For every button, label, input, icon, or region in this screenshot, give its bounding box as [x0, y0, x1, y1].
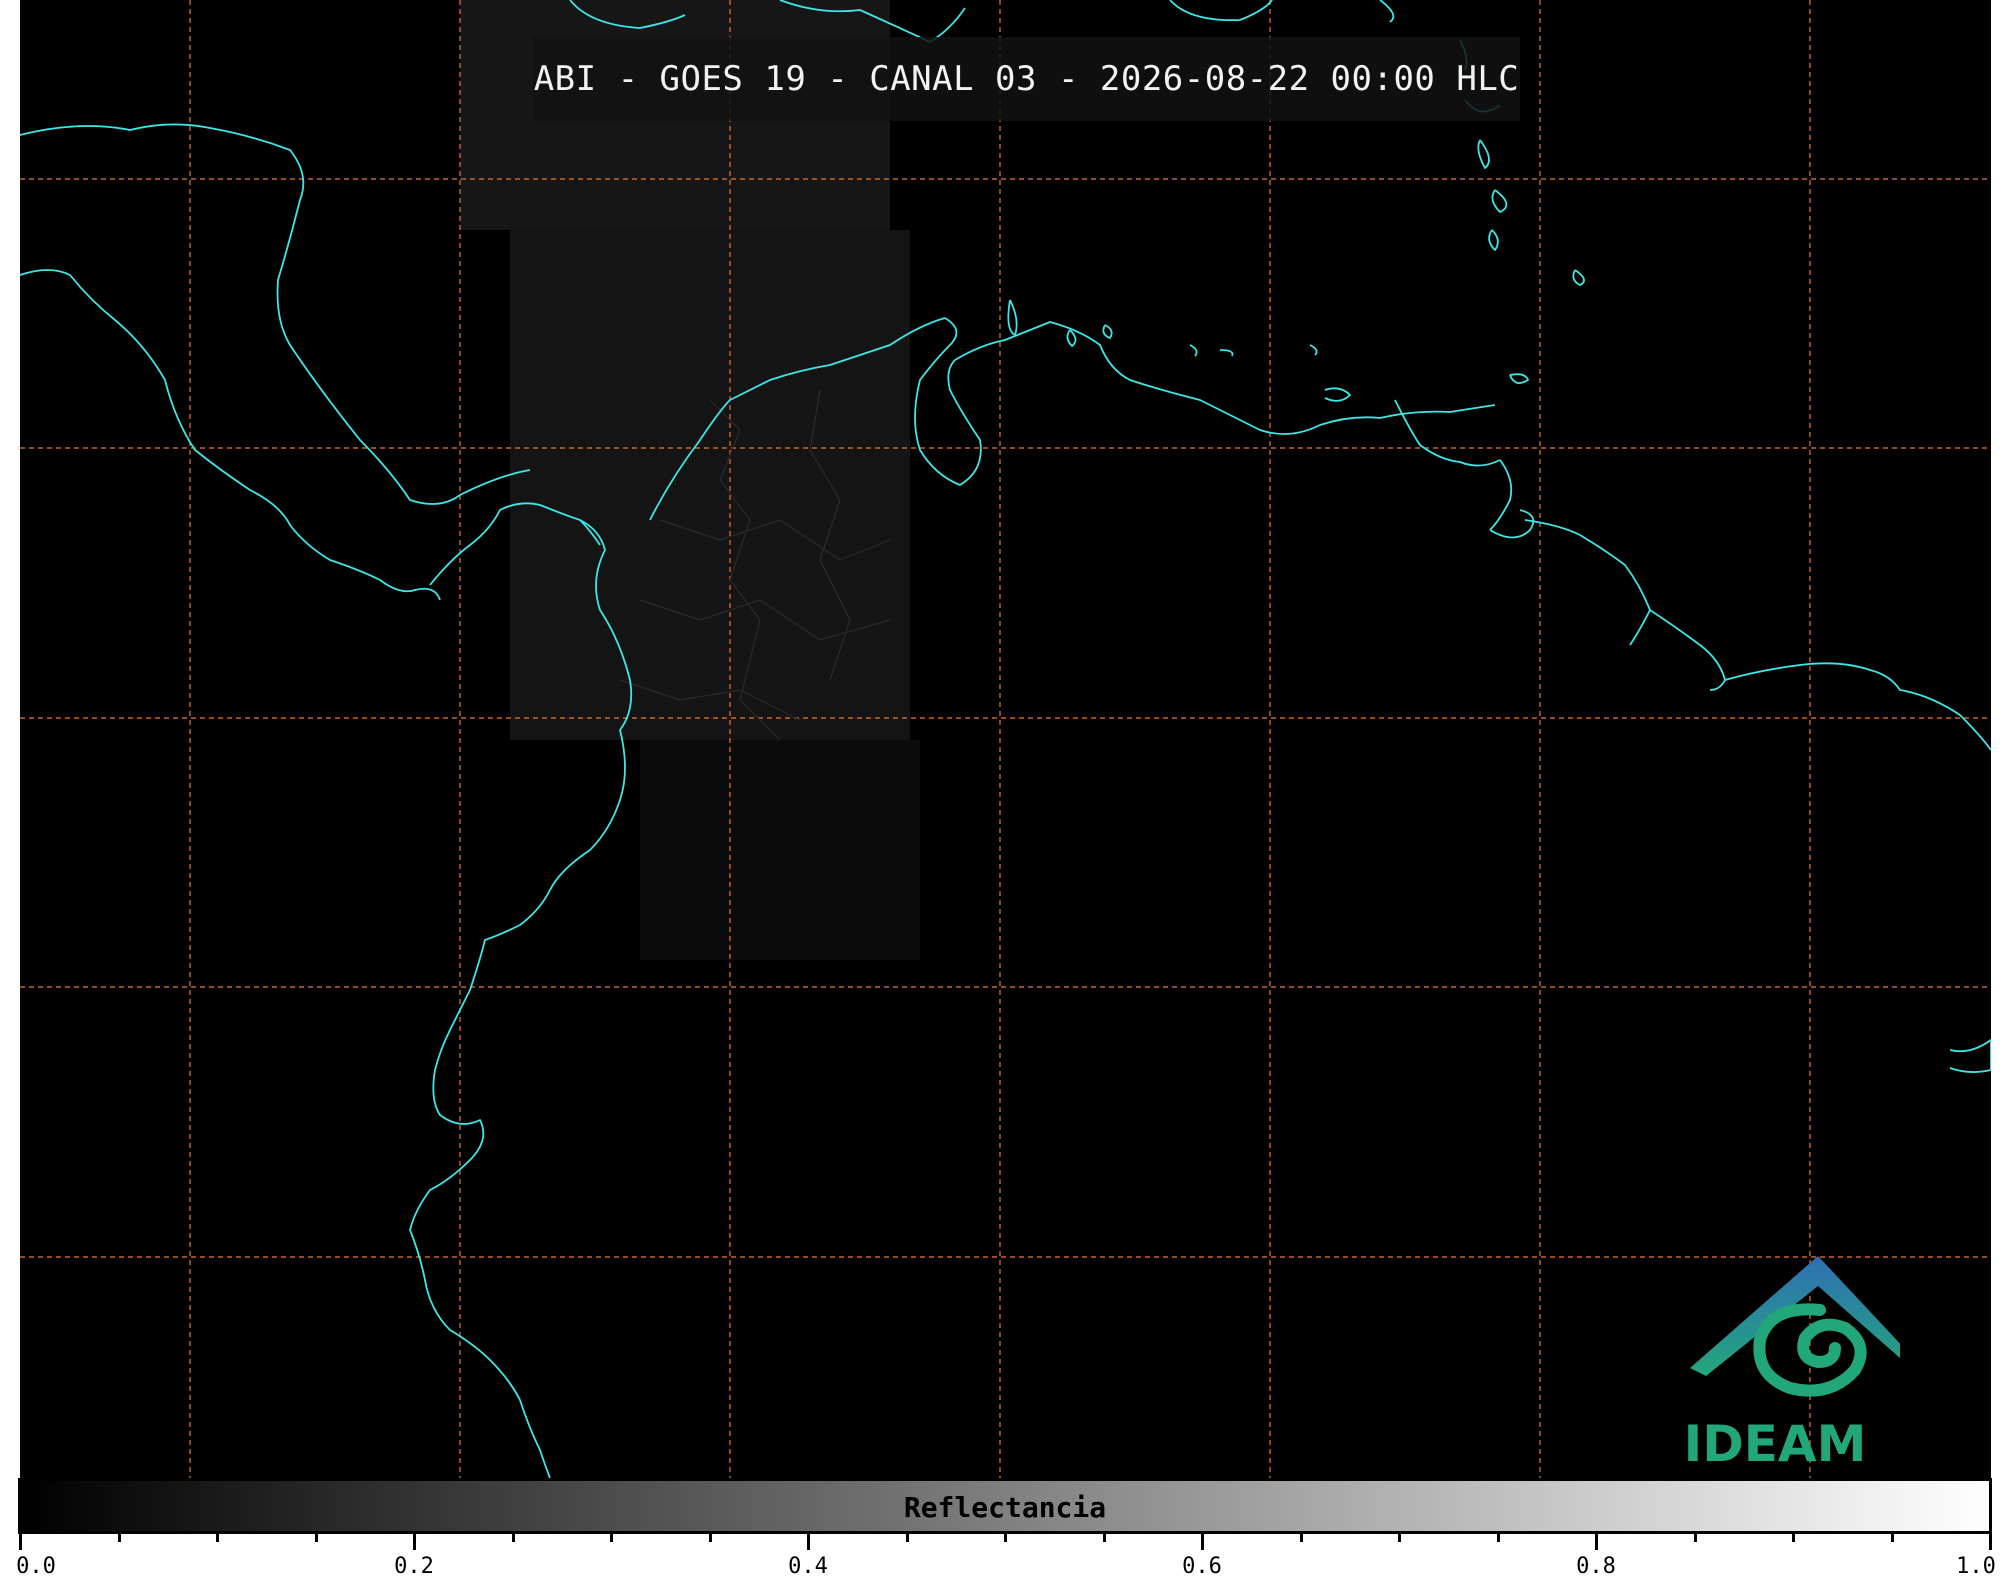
colorbar-minor-tick [1398, 1532, 1401, 1542]
map-title-box: ABI - GOES 19 - CANAL 03 - 2026-08-22 00… [533, 37, 1520, 121]
colorbar-major-tick [1201, 1532, 1204, 1550]
colorbar-axis: 0.0 0.2 0.4 0.6 0.8 1.0 [16, 1532, 1996, 1579]
colorbar: Reflectancia [18, 1478, 1992, 1534]
colorbar-minor-tick [1299, 1532, 1303, 1542]
colorbar-minor-tick [1102, 1532, 1106, 1542]
colorbar-major-tick [413, 1532, 416, 1550]
colorbar-minor-tick [314, 1532, 318, 1542]
colorbar-minor-tick [1693, 1532, 1697, 1542]
swath-band-south [640, 740, 920, 960]
colorbar-minor-tick [1792, 1532, 1795, 1542]
logo-wordmark: IDEAM [1683, 1415, 1867, 1473]
colorbar-tick-label: 1.0 [1956, 1554, 1996, 1579]
colorbar-minor-tick [511, 1532, 515, 1542]
colorbar-tick-label: 0.6 [1182, 1554, 1222, 1579]
colorbar-tick-label: 0.4 [788, 1554, 828, 1579]
map-title: ABI - GOES 19 - CANAL 03 - 2026-08-22 00… [533, 59, 1520, 99]
colorbar-minor-tick [1890, 1532, 1894, 1542]
colorbar-minor-tick [1496, 1532, 1500, 1542]
colorbar-label: Reflectancia [903, 1491, 1107, 1524]
colorbar-minor-tick [905, 1532, 909, 1542]
colorbar-minor-tick [216, 1532, 219, 1542]
colorbar-major-tick [1595, 1532, 1598, 1550]
colorbar-major-tick [807, 1532, 810, 1550]
colorbar-minor-tick [610, 1532, 613, 1542]
ideam-logo: IDEAM [1670, 1250, 1920, 1473]
colorbar-tick-label: 0.2 [394, 1554, 434, 1579]
colorbar-minor-tick [117, 1532, 121, 1542]
swath-band-mid [510, 230, 910, 740]
satellite-map[interactable]: ABI - GOES 19 - CANAL 03 - 2026-08-22 00… [20, 0, 1991, 1478]
colorbar-minor-tick [1004, 1532, 1007, 1542]
colorbar-tick-label: 0.0 [16, 1554, 56, 1579]
colorbar-major-tick [19, 1532, 22, 1550]
colorbar-major-tick [1989, 1532, 1992, 1550]
colorbar-tick-label: 0.8 [1576, 1554, 1616, 1579]
ideam-logo-icon [1690, 1256, 1900, 1397]
colorbar-minor-tick [708, 1532, 712, 1542]
